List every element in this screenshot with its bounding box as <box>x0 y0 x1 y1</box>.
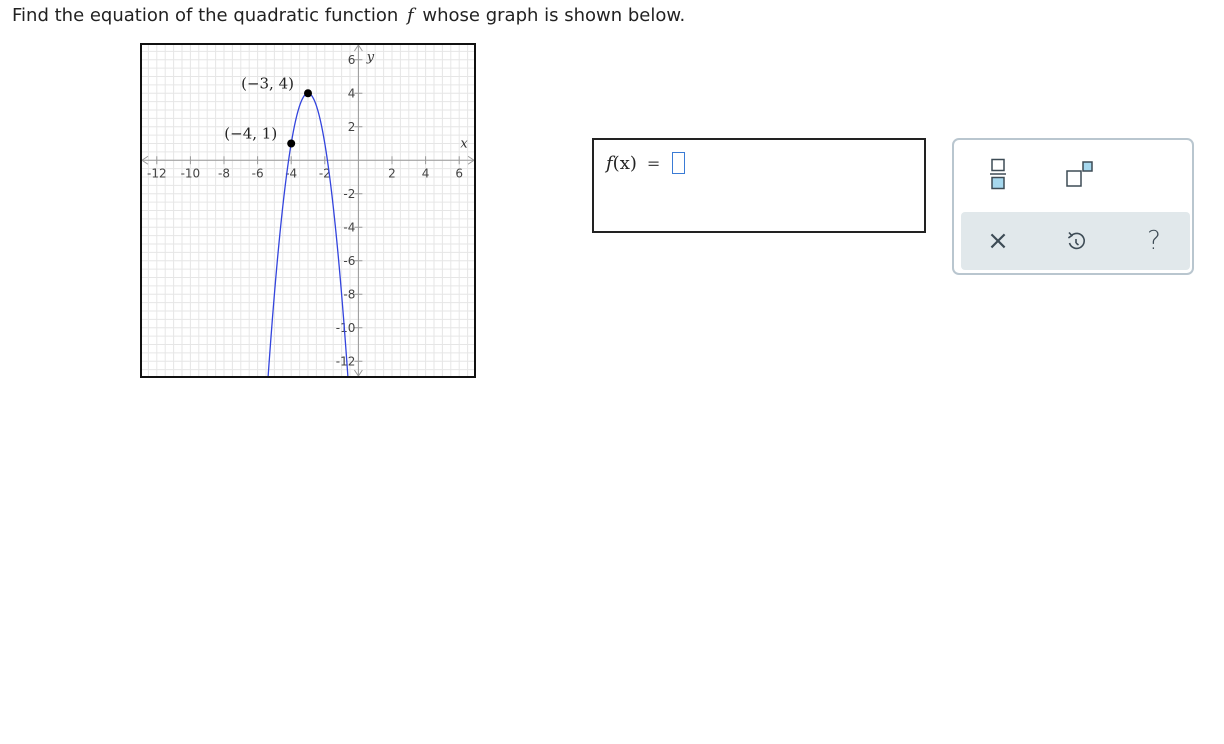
question-function-name: f <box>407 5 414 26</box>
undo-icon <box>1067 231 1085 250</box>
y-tick-label: -6 <box>343 254 355 268</box>
toolbar-action-row: × ? <box>961 212 1190 270</box>
y-tick-label: 6 <box>348 53 356 67</box>
math-toolbar: × ? <box>952 138 1194 275</box>
answer-input[interactable] <box>672 152 686 174</box>
point-marker <box>304 89 312 98</box>
exponent-icon <box>1066 161 1093 187</box>
question-prefix: Find the equation of the quadratic funct… <box>12 5 399 26</box>
help-button[interactable]: ? <box>1132 221 1176 261</box>
answer-line: f (x) = <box>606 152 686 174</box>
y-tick-label: -12 <box>336 354 356 368</box>
point-label: (−3, 4) <box>241 74 294 92</box>
fraction-icon <box>990 158 1006 190</box>
answer-box[interactable]: f (x) = <box>592 138 926 233</box>
y-tick-label: -2 <box>343 187 355 201</box>
exponent-button[interactable] <box>1057 154 1101 194</box>
point-marker <box>287 139 296 148</box>
x-tick-label: 6 <box>455 166 463 180</box>
question-text: Find the equation of the quadratic funct… <box>12 5 685 26</box>
y-tick-label: -8 <box>343 287 355 301</box>
x-tick-label: -12 <box>147 166 167 180</box>
y-tick-label: -4 <box>343 220 355 234</box>
x-tick-label: -10 <box>181 166 201 180</box>
y-tick-label: 4 <box>348 86 356 100</box>
y-tick-label: -10 <box>336 321 356 335</box>
point-label: (−4, 1) <box>224 125 277 143</box>
answer-argument: (x) <box>612 152 637 174</box>
answer-equals: = <box>646 153 661 173</box>
question-suffix: whose graph is shown below. <box>422 5 686 26</box>
help-icon: ? <box>1147 226 1161 256</box>
x-axis-label: x <box>460 136 468 151</box>
close-icon: × <box>987 226 1009 256</box>
x-tick-label: -8 <box>218 166 230 180</box>
undo-button[interactable] <box>1054 221 1098 261</box>
quadratic-graph: -12 -10 -8 -6 -4 -2 2 4 6 6 4 2 -2 -4 -6 -8 -10 -12 x y (−3,… <box>140 43 476 378</box>
graph-svg: -12 -10 -8 -6 -4 -2 2 4 6642-2-4-6-8-10-12xy(−3,… <box>140 43 476 378</box>
clear-button[interactable]: × <box>976 221 1020 261</box>
answer-function-name: f <box>606 152 613 174</box>
y-axis-label: y <box>366 50 375 65</box>
x-tick-label: 2 <box>388 166 396 180</box>
x-tick-label: 4 <box>422 166 430 180</box>
y-tick-label: 2 <box>348 120 356 134</box>
x-tick-label: -6 <box>252 166 264 180</box>
fraction-button[interactable] <box>976 154 1020 194</box>
